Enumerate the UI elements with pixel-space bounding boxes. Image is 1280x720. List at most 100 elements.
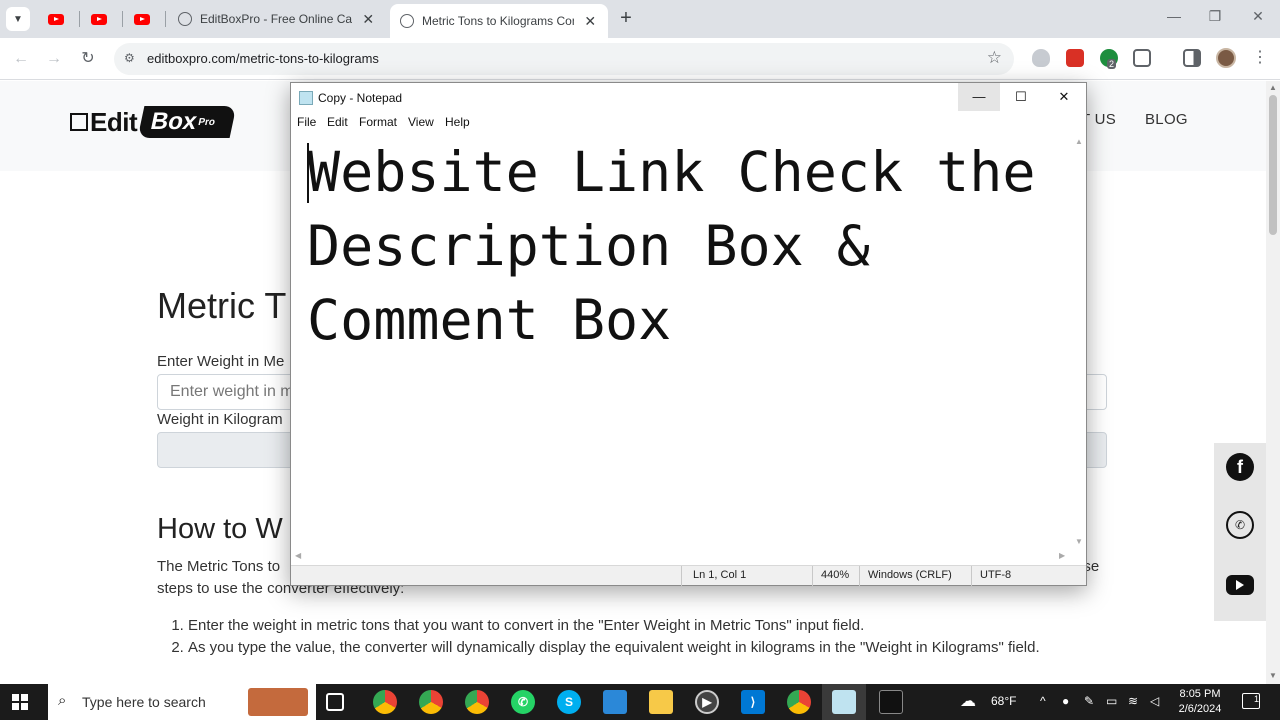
shield-extension-icon[interactable] — [1032, 49, 1050, 67]
minimize-button[interactable]: — — [1162, 8, 1186, 24]
vscode-icon[interactable]: ⟩ — [741, 690, 765, 714]
notification-icon[interactable]: 1 — [1242, 693, 1260, 709]
how-to-heading: How to W — [157, 513, 283, 545]
menu-view[interactable]: View — [408, 115, 434, 129]
microphone-icon[interactable]: ● — [1062, 694, 1069, 708]
logo-box-text: Box — [148, 108, 200, 135]
chevron-down-icon: ▼ — [13, 13, 23, 25]
tab-separator — [165, 11, 166, 27]
address-bar[interactable]: ⚙ editboxpro.com/metric-tons-to-kilogram… — [114, 43, 1014, 75]
scroll-right-icon[interactable]: ▶ — [1059, 551, 1065, 560]
notepad-minimize-button[interactable]: — — [958, 83, 1000, 111]
desktop-app-icon[interactable] — [603, 690, 627, 714]
notepad-close-button[interactable]: ✕ — [1043, 83, 1085, 111]
red-extension-icon[interactable] — [1066, 49, 1084, 67]
page-scrollbar[interactable]: ▲ ▼ — [1266, 81, 1280, 684]
whatsapp-icon[interactable]: ✆ — [1226, 511, 1254, 539]
status-divider — [971, 566, 972, 586]
tab-editboxpro[interactable]: EditBoxPro - Free Online Calcul ✕ — [168, 4, 386, 34]
task-view-icon[interactable] — [326, 693, 344, 711]
windows-taskbar: ⌕ Type here to search ✆ S ▶ ⟩ ☁ 68°F ^ ●… — [0, 684, 1280, 720]
scroll-left-icon[interactable]: ◀ — [295, 551, 301, 560]
tab-strip: ▼ EditBoxPro - Free Online Calcul ✕ Metr… — [0, 0, 1280, 38]
tab-search-button[interactable]: ▼ — [6, 7, 30, 31]
menu-help[interactable]: Help — [445, 115, 470, 129]
notepad-taskbar-icon[interactable] — [832, 690, 856, 714]
battery-icon[interactable]: ▭ — [1106, 694, 1117, 708]
clock-date: 2/6/2024 — [1178, 703, 1222, 715]
site-settings-icon[interactable]: ⚙ — [124, 51, 135, 65]
site-favicon-icon — [400, 14, 414, 28]
status-divider — [812, 566, 813, 586]
notepad-text-area[interactable]: Website Link Check the Description Box &… — [307, 135, 1067, 357]
side-panel-icon[interactable] — [1183, 49, 1201, 67]
whatsapp-icon[interactable]: ✆ — [511, 690, 535, 714]
scroll-thumb[interactable] — [1269, 95, 1277, 235]
profile-avatar[interactable] — [1216, 48, 1236, 68]
url-text[interactable]: editboxpro.com/metric-tons-to-kilograms — [147, 51, 379, 66]
site-logo[interactable]: Edit Box Pro — [70, 105, 237, 139]
forward-button[interactable]: → — [43, 48, 65, 70]
menu-file[interactable]: File — [297, 115, 316, 129]
logo-edit-text: Edit — [90, 106, 138, 137]
zoom-level: 440% — [821, 569, 850, 581]
chrome-profile-icon[interactable] — [419, 690, 443, 714]
close-icon[interactable]: ✕ — [360, 11, 376, 28]
new-tab-button[interactable]: + — [614, 8, 638, 28]
reload-button[interactable]: ↻ — [77, 48, 99, 70]
bookmark-star-icon[interactable]: ☆ — [987, 48, 1002, 68]
youtube-icon — [91, 13, 107, 25]
chevron-up-icon[interactable]: ^ — [1040, 694, 1046, 708]
tab-metric-tons[interactable]: Metric Tons to Kilograms Conve ✕ — [390, 4, 608, 38]
browser-menu-icon[interactable]: ⋮ — [1252, 47, 1268, 67]
skype-icon[interactable]: S — [557, 690, 581, 714]
scroll-down-icon[interactable]: ▼ — [1269, 671, 1277, 680]
puzzle-extensions-icon[interactable] — [1133, 49, 1151, 67]
taskbar-search-box[interactable]: ⌕ Type here to search — [48, 684, 316, 720]
youtube-icon[interactable] — [1226, 575, 1254, 595]
notepad-titlebar[interactable]: Copy - Notepad — ☐ ✕ — [291, 83, 1086, 113]
file-explorer-icon[interactable] — [649, 690, 673, 714]
tab-separator — [122, 11, 123, 27]
pinned-tab-youtube[interactable] — [81, 6, 117, 32]
menu-format[interactable]: Format — [359, 115, 397, 129]
notepad-title: Copy - Notepad — [318, 91, 403, 105]
weather-temp[interactable]: 68°F — [991, 694, 1016, 708]
back-button[interactable]: ← — [10, 48, 32, 70]
social-share-bar: f ✆ — [1214, 443, 1266, 621]
notepad-statusbar: Ln 1, Col 1 440% Windows (CRLF) UTF-8 — [291, 565, 1086, 586]
terminal-icon[interactable] — [879, 690, 903, 714]
notepad-vertical-scrollbar[interactable]: ▲ ▼ — [1071, 133, 1086, 549]
chrome-icon[interactable] — [787, 690, 811, 714]
taskbar-clock[interactable]: 8:05 PM 2/6/2024 — [1170, 687, 1230, 717]
windows-start-icon[interactable] — [12, 694, 28, 710]
notepad-maximize-button[interactable]: ☐ — [1000, 83, 1042, 111]
close-window-button[interactable]: ✕ — [1246, 8, 1270, 25]
close-icon[interactable]: ✕ — [582, 13, 598, 30]
menu-edit[interactable]: Edit — [327, 115, 348, 129]
search-icon: ⌕ — [58, 692, 67, 709]
wifi-icon[interactable]: ≋ — [1128, 694, 1138, 708]
status-divider — [681, 566, 682, 586]
clock-time: 8:05 PM — [1179, 688, 1221, 700]
search-placeholder: Type here to search — [82, 694, 206, 710]
site-favicon-icon — [178, 12, 192, 26]
weather-icon[interactable]: ☁ — [960, 691, 976, 711]
scroll-down-icon[interactable]: ▼ — [1075, 537, 1083, 546]
pinned-tab-youtube[interactable] — [124, 6, 160, 32]
facebook-icon[interactable]: f — [1226, 453, 1254, 481]
chrome-profile-icon[interactable] — [465, 690, 489, 714]
scroll-up-icon[interactable]: ▲ — [1075, 137, 1083, 146]
notepad-icon — [299, 91, 313, 105]
nav-blog[interactable]: BLOG — [1145, 111, 1188, 128]
volume-icon[interactable]: ◁ — [1150, 694, 1159, 708]
pen-icon[interactable]: ✎ — [1084, 694, 1094, 708]
pinned-tab-youtube[interactable] — [38, 6, 74, 32]
scroll-up-icon[interactable]: ▲ — [1269, 83, 1277, 92]
notepad-horizontal-scrollbar[interactable]: ◀ ▶ — [291, 549, 1071, 564]
chrome-icon[interactable] — [373, 690, 397, 714]
logo-box-badge: Box Pro — [137, 106, 237, 138]
restore-button[interactable]: ❐ — [1203, 8, 1227, 25]
edit-pencil-icon — [70, 113, 88, 131]
media-player-icon[interactable]: ▶ — [695, 690, 719, 714]
